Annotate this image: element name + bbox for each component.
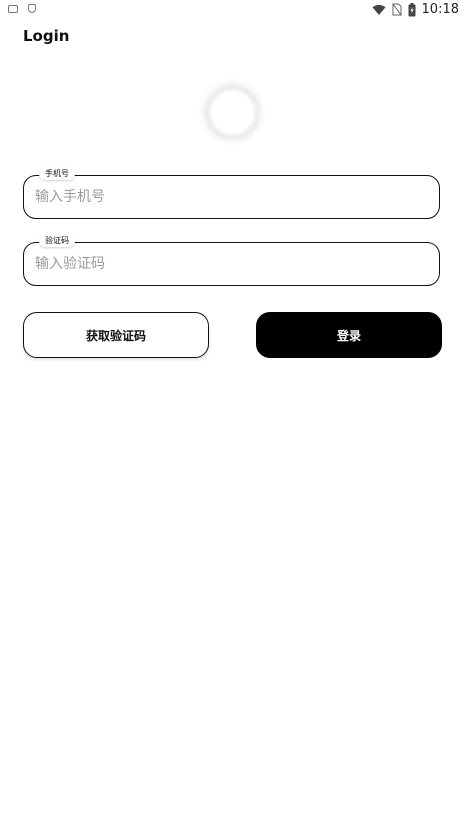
avatar-icon[interactable] <box>211 91 254 134</box>
phone-field[interactable]: 手机号 <box>23 168 440 219</box>
phone-input[interactable] <box>35 186 425 208</box>
code-field[interactable]: 验证码 <box>23 235 440 286</box>
code-input[interactable] <box>35 253 425 275</box>
phone-field-label: 手机号 <box>39 168 75 180</box>
shield-icon <box>28 4 36 13</box>
login-button[interactable]: 登录 <box>256 312 442 358</box>
status-right: 10:18 <box>372 2 459 17</box>
battery-charging-icon <box>408 2 416 16</box>
no-sim-icon <box>391 3 402 16</box>
code-field-label: 验证码 <box>39 235 75 247</box>
get-code-button[interactable]: 获取验证码 <box>23 312 209 358</box>
notification-icon <box>8 4 18 13</box>
status-left <box>8 4 36 13</box>
status-bar: 10:18 <box>0 0 465 20</box>
status-time: 10:18 <box>421 2 459 17</box>
page-title: Login <box>23 27 70 45</box>
wifi-icon <box>372 4 386 15</box>
